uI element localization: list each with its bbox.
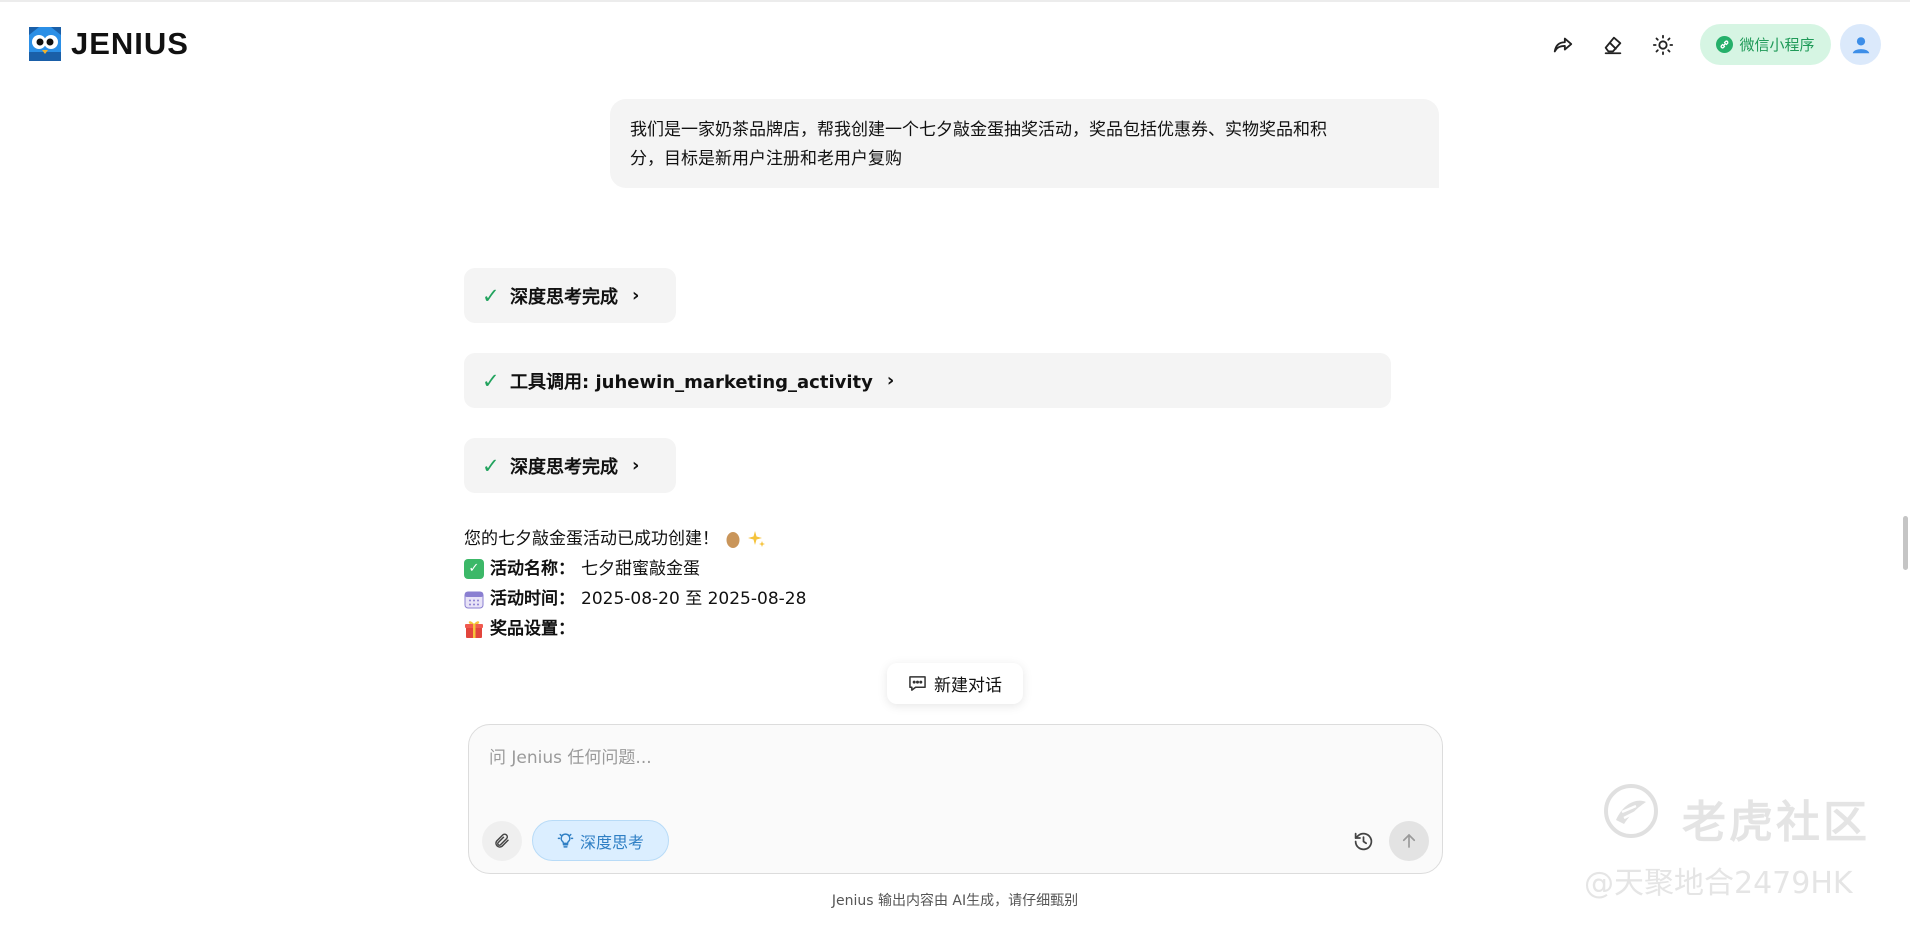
chat-bubble-icon bbox=[909, 676, 926, 691]
prize-settings-label: 奖品设置： bbox=[490, 619, 575, 639]
prize-settings-row: 奖品设置： bbox=[464, 614, 806, 644]
wechat-mini-program-button[interactable]: 微信小程序 bbox=[1700, 24, 1831, 65]
step-tool-call[interactable]: ✓ 工具调用: juhewin_marketing_activity › bbox=[464, 353, 1391, 408]
answer-intro-row: 您的七夕敲金蛋活动已成功创建！ bbox=[464, 524, 806, 554]
deep-think-toggle[interactable]: 深度思考 bbox=[532, 820, 669, 861]
mini-program-label: 微信小程序 bbox=[1739, 36, 1815, 54]
user-avatar[interactable] bbox=[1840, 24, 1881, 65]
watermark-handle: @天聚地合2479HK bbox=[1584, 866, 1853, 901]
chevron-right-icon: › bbox=[632, 285, 640, 306]
activity-name-value: 七夕甜蜜敲金蛋 bbox=[581, 559, 700, 579]
step-label: 深度思考完成 bbox=[510, 456, 618, 478]
top-bar: JENIUS 微信小程序 bbox=[0, 0, 1910, 86]
link-icon bbox=[1716, 36, 1734, 53]
lightbulb-icon bbox=[557, 833, 574, 848]
theme-toggle-button[interactable] bbox=[1647, 29, 1679, 61]
activity-time-row: 活动时间： 2025-08-20 至 2025-08-28 bbox=[464, 584, 806, 614]
arrow-up-icon bbox=[1402, 834, 1416, 848]
chevron-right-icon: › bbox=[886, 370, 895, 391]
calendar-icon bbox=[464, 591, 484, 609]
activity-time-label: 活动时间： bbox=[490, 589, 575, 609]
watermark-title: 老虎社区 bbox=[1682, 797, 1870, 848]
history-icon bbox=[1354, 832, 1372, 850]
step-label: 工具调用: juhewin_marketing_activity bbox=[510, 371, 873, 393]
share-icon bbox=[1553, 37, 1573, 53]
egg-icon bbox=[726, 532, 740, 548]
check-icon: ✓ bbox=[482, 368, 500, 393]
gift-icon bbox=[465, 621, 483, 638]
sparkles-icon bbox=[748, 531, 765, 547]
chevron-right-icon: › bbox=[632, 455, 640, 476]
history-button[interactable] bbox=[1346, 824, 1380, 858]
new-chat-label: 新建对话 bbox=[934, 676, 1002, 696]
user-icon bbox=[1852, 36, 1869, 53]
user-message-bubble: 我们是一家奶茶品牌店，帮我创建一个七夕敲金蛋抽奖活动，奖品包括优惠券、实物奖品和… bbox=[610, 99, 1439, 188]
activity-time-value: 2025-08-20 至 2025-08-28 bbox=[581, 589, 807, 609]
answer-intro: 您的七夕敲金蛋活动已成功创建！ bbox=[464, 529, 719, 549]
send-button[interactable] bbox=[1389, 821, 1429, 861]
attach-button[interactable] bbox=[482, 821, 522, 861]
message-composer: 深度思考 bbox=[468, 724, 1443, 874]
user-message-line: 分，目标是新用户注册和老用户复购 bbox=[630, 149, 902, 169]
scrollbar-thumb[interactable] bbox=[1903, 516, 1908, 570]
step-deep-thinking-1[interactable]: ✓ 深度思考完成 › bbox=[464, 268, 676, 323]
check-icon: ✓ bbox=[482, 283, 500, 308]
message-input[interactable] bbox=[489, 743, 1419, 803]
tiger-logo-icon bbox=[1604, 784, 1658, 838]
logo-text: JENIUS bbox=[71, 26, 189, 61]
step-deep-thinking-2[interactable]: ✓ 深度思考完成 › bbox=[464, 438, 676, 493]
new-chat-button[interactable]: 新建对话 bbox=[887, 663, 1023, 704]
owl-logo-icon bbox=[29, 27, 61, 61]
step-label: 深度思考完成 bbox=[510, 286, 618, 308]
assistant-answer: 您的七夕敲金蛋活动已成功创建！ ✓ 活动名称： 七夕甜蜜敲金蛋 活动时间： 20… bbox=[464, 524, 806, 644]
watermark: 老虎社区 @天聚地合2479HK bbox=[1584, 782, 1892, 902]
jenius-logo[interactable]: JENIUS bbox=[29, 26, 189, 62]
user-message-line: 我们是一家奶茶品牌店，帮我创建一个七夕敲金蛋抽奖活动，奖品包括优惠券、实物奖品和… bbox=[630, 120, 1327, 140]
deep-think-label: 深度思考 bbox=[579, 832, 644, 852]
activity-name-row: ✓ 活动名称： 七夕甜蜜敲金蛋 bbox=[464, 554, 806, 584]
checkmark-box-icon: ✓ bbox=[464, 559, 484, 579]
clear-button[interactable] bbox=[1597, 29, 1629, 61]
activity-name-label: 活动名称： bbox=[490, 559, 575, 579]
eraser-icon bbox=[1604, 36, 1622, 55]
sun-icon bbox=[1652, 34, 1674, 56]
check-icon: ✓ bbox=[482, 453, 500, 478]
share-button[interactable] bbox=[1547, 29, 1579, 61]
paperclip-icon bbox=[495, 833, 509, 848]
